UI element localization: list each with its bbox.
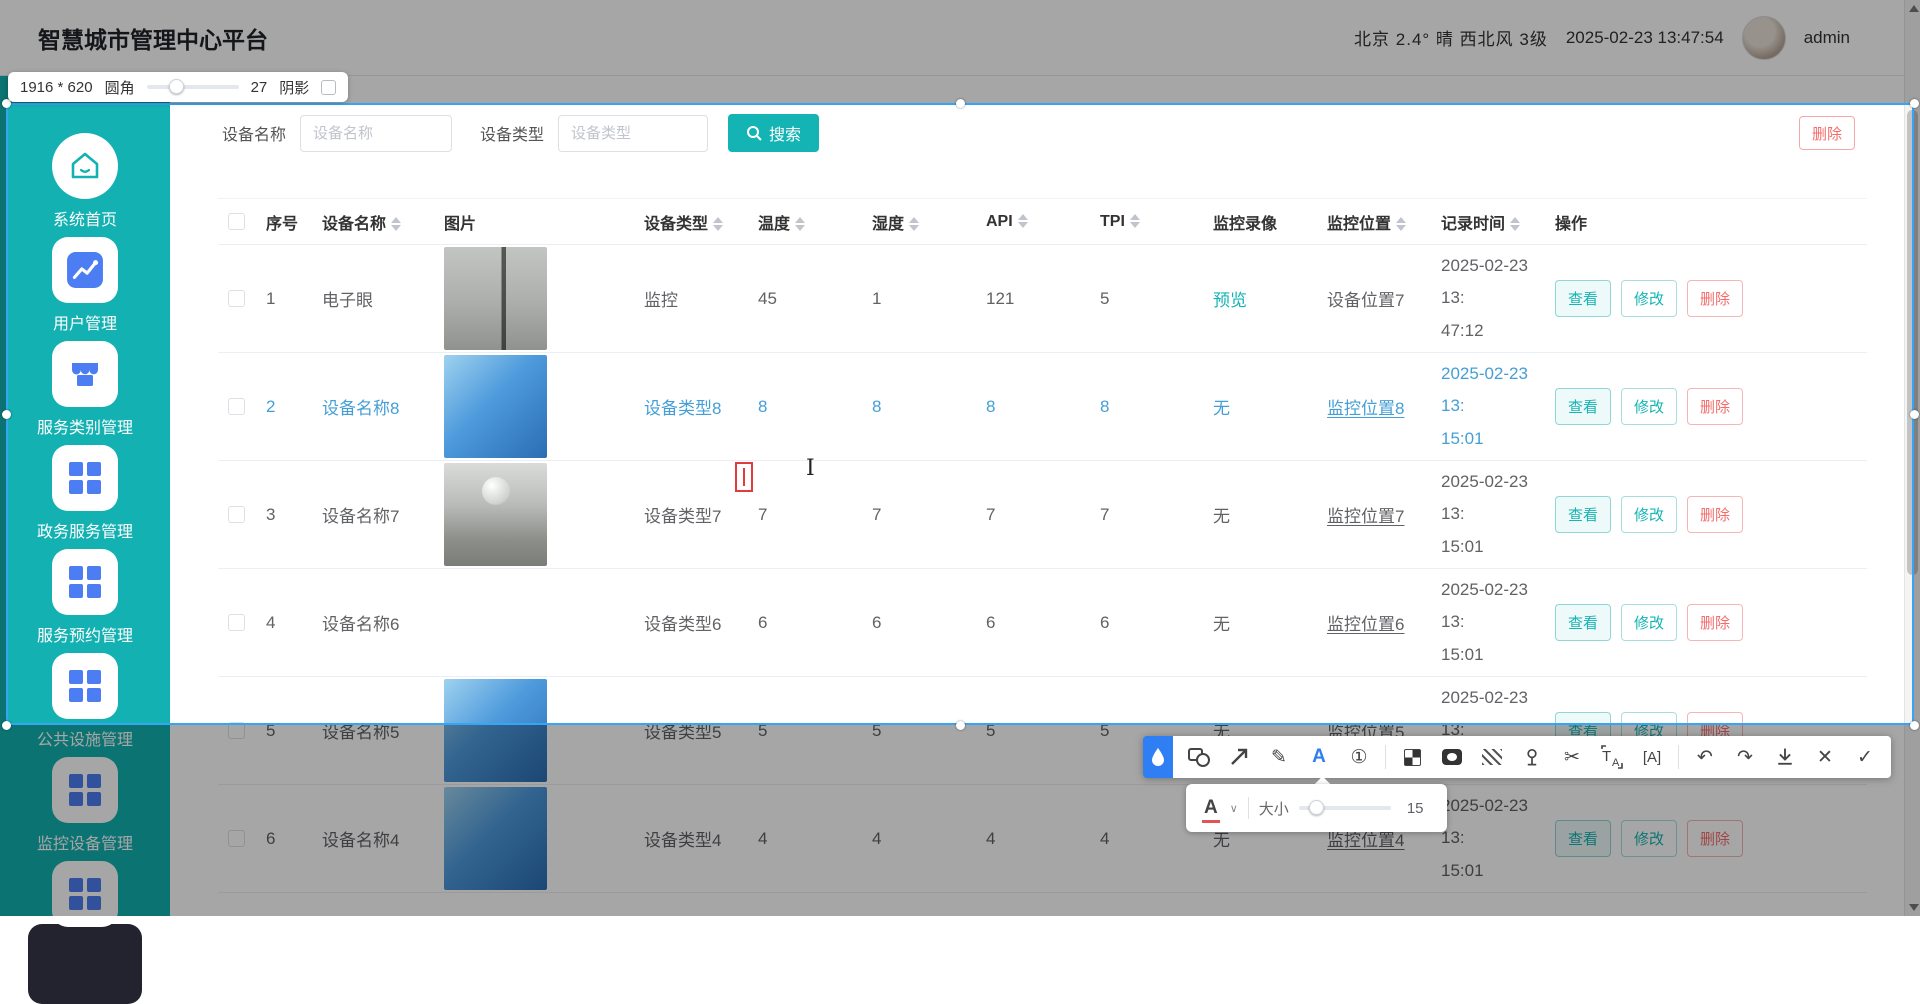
capture-size-bar: 1916 * 620 圆角 27 阴影 xyxy=(8,72,348,102)
mosaic-icon xyxy=(1482,749,1502,765)
popup-divider xyxy=(1248,797,1249,819)
arrow-tool[interactable] xyxy=(1225,743,1253,771)
font-size-label: 大小 xyxy=(1259,798,1289,819)
download-button[interactable] xyxy=(1771,743,1799,771)
capture-selection-border[interactable] xyxy=(6,103,1914,725)
font-settings-popup: A ∨ 大小 15 xyxy=(1186,784,1447,832)
corner-radius-label: 圆角 xyxy=(105,77,135,98)
text-tool[interactable]: A xyxy=(1305,743,1333,771)
chevron-down-icon[interactable]: ∨ xyxy=(1230,802,1238,815)
mosaic-tool[interactable] xyxy=(1478,743,1506,771)
undo-button[interactable]: ↶ xyxy=(1691,743,1719,771)
step-number-tool[interactable]: ① xyxy=(1345,743,1373,771)
corner-radius-slider[interactable] xyxy=(147,85,239,89)
corner-radius-value: 27 xyxy=(251,79,268,96)
translate-text-icon: TA xyxy=(1600,745,1624,769)
selection-handle[interactable] xyxy=(1910,99,1919,108)
toolbar-divider xyxy=(1385,745,1386,769)
pin-icon xyxy=(1521,746,1543,768)
text-recognition-tool[interactable]: TA xyxy=(1598,743,1626,771)
pin-tool[interactable] xyxy=(1518,743,1546,771)
font-color-button[interactable]: A xyxy=(1202,797,1220,819)
arrow-icon xyxy=(1228,746,1250,768)
toolbar-divider xyxy=(1678,745,1679,769)
shapes-icon xyxy=(1187,745,1211,769)
ocr-tool[interactable]: [A] xyxy=(1638,743,1666,771)
confirm-button[interactable]: ✓ xyxy=(1851,743,1879,771)
redo-button[interactable]: ↷ xyxy=(1731,743,1759,771)
close-button[interactable]: ✕ xyxy=(1811,743,1839,771)
mask-tool[interactable] xyxy=(1398,743,1426,771)
selection-handle[interactable] xyxy=(1910,410,1919,419)
selection-handle[interactable] xyxy=(956,99,965,108)
selection-handle[interactable] xyxy=(2,410,11,419)
slider-knob[interactable] xyxy=(1309,800,1324,815)
capture-dimensions: 1916 * 620 xyxy=(20,79,93,96)
selection-handle[interactable] xyxy=(956,721,965,730)
shape-tool[interactable] xyxy=(1185,743,1213,771)
annotation-toolbar: ✎ A ① ✂ TA [A] ↶ ↷ ✕ ✓ xyxy=(1143,736,1891,778)
color-indicator-tab[interactable] xyxy=(1143,736,1173,778)
download-icon xyxy=(1774,746,1796,768)
shadow-checkbox[interactable] xyxy=(321,80,336,95)
shadow-label: 阴影 xyxy=(279,77,309,98)
font-size-slider[interactable] xyxy=(1299,806,1391,810)
slider-knob[interactable] xyxy=(169,79,184,94)
selection-handle[interactable] xyxy=(2,721,11,730)
spotlight-icon xyxy=(1442,749,1462,765)
svg-text:T: T xyxy=(1602,748,1611,765)
checkerboard-icon xyxy=(1404,749,1421,766)
text-annotation-box[interactable] xyxy=(735,462,753,492)
font-size-value: 15 xyxy=(1407,800,1424,817)
pen-tool[interactable]: ✎ xyxy=(1265,743,1293,771)
ibeam-cursor: I xyxy=(806,456,815,481)
selection-handle[interactable] xyxy=(1910,721,1919,730)
crop-tool[interactable]: ✂ xyxy=(1558,743,1586,771)
text-cursor-mark xyxy=(743,468,745,486)
droplet-icon xyxy=(1150,747,1166,767)
spotlight-tool[interactable] xyxy=(1438,743,1466,771)
